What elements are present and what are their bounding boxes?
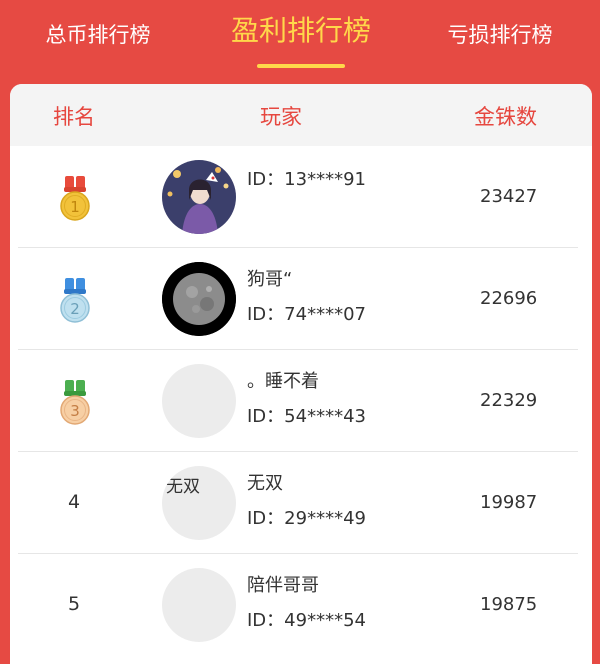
medal-rank: 1: [70, 198, 80, 216]
avatar[interactable]: [162, 160, 236, 234]
table-row[interactable]: 3 。睡不着 ID：54****43 22329: [10, 350, 592, 452]
tab-loss[interactable]: 亏损排行榜: [430, 18, 570, 52]
player-id: ID：13****91: [247, 169, 366, 190]
header-rank: 排名: [53, 105, 95, 129]
table-row[interactable]: 2 狗哥“ ID：74****07 22696: [10, 248, 592, 350]
header-player: 玩家: [260, 105, 302, 129]
score-value: 19875: [480, 594, 538, 615]
gold-medal-icon: 1: [60, 176, 90, 221]
avatar[interactable]: 无双: [162, 466, 236, 540]
header-score: 金铢数: [474, 105, 537, 129]
avatar[interactable]: [162, 568, 236, 642]
table-row[interactable]: 5 陪伴哥哥 ID：49****54 19875: [10, 554, 592, 656]
table-row[interactable]: 1 ID：13****91 23427: [10, 146, 592, 248]
tab-total-coins[interactable]: 总币排行榜: [28, 18, 168, 52]
leaderboard-table: 排名 玩家 金铢数 1 ID：13****91 23427 2 狗哥“ ID：7…: [10, 84, 592, 664]
player-name: 狗哥“: [247, 269, 293, 290]
avatar[interactable]: [162, 364, 236, 438]
table-header: 排名 玩家 金铢数: [10, 84, 592, 146]
player-id: ID：74****07: [247, 304, 366, 325]
player-id: ID：29****49: [247, 508, 366, 529]
player-name: 无双: [247, 473, 283, 494]
avatar-text: 无双: [166, 477, 200, 497]
leaderboard-tabs: 总币排行榜 盈利排行榜 亏损排行榜: [0, 0, 600, 82]
rank-number: 5: [68, 593, 81, 615]
player-id: ID：49****54: [247, 610, 366, 631]
table-row[interactable]: 4 无双 无双 ID：29****49 19987: [10, 452, 592, 554]
player-name: 陪伴哥哥: [247, 575, 319, 596]
bronze-medal-icon: 3: [60, 380, 90, 425]
avatar[interactable]: [162, 262, 236, 336]
score-value: 22696: [480, 288, 538, 309]
medal-rank: 2: [70, 300, 80, 318]
score-value: 23427: [480, 186, 538, 207]
player-id: ID：54****43: [247, 406, 366, 427]
active-tab-indicator: [257, 64, 345, 68]
player-name: 。睡不着: [247, 371, 319, 392]
score-value: 19987: [480, 492, 538, 513]
score-value: 22329: [480, 390, 538, 411]
rank-number: 4: [68, 491, 81, 513]
silver-medal-icon: 2: [60, 278, 90, 323]
tab-profit[interactable]: 盈利排行榜: [212, 14, 390, 48]
medal-rank: 3: [70, 402, 80, 420]
